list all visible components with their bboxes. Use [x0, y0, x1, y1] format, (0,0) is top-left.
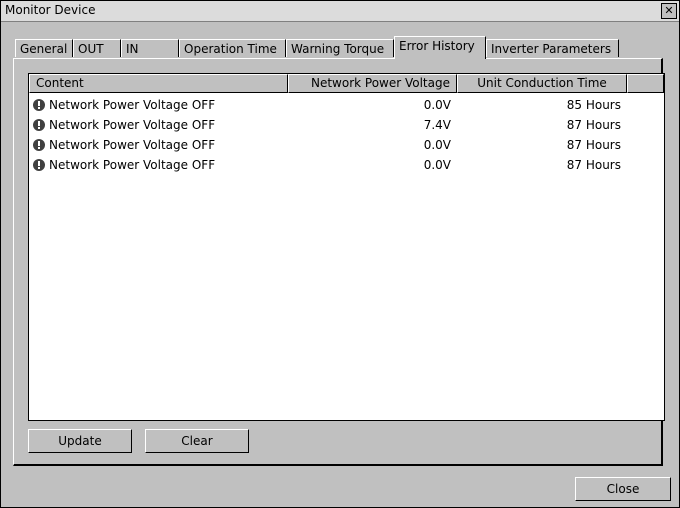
window-title: Monitor Device	[5, 3, 96, 17]
list-header: Content Network Power Voltage Unit Condu…	[29, 74, 664, 94]
tab-inverter-parameters[interactable]: Inverter Parameters	[486, 39, 619, 57]
column-header-unit-conduction-time[interactable]: Unit Conduction Time	[457, 74, 627, 93]
warning-icon	[33, 139, 45, 151]
close-icon[interactable]: ✕	[661, 3, 677, 19]
row-time: 87 Hours	[566, 138, 621, 152]
column-header-network-power-voltage[interactable]: Network Power Voltage	[288, 74, 457, 93]
row-content: Network Power Voltage OFF	[49, 158, 216, 172]
row-time: 87 Hours	[566, 158, 621, 172]
tab-general[interactable]: General	[15, 39, 73, 57]
row-voltage: 0.0V	[423, 158, 451, 172]
tab-out[interactable]: OUT	[73, 39, 121, 57]
list-item[interactable]: Network Power Voltage OFF 0.0V 87 Hours	[29, 155, 664, 175]
close-button[interactable]: Close	[575, 477, 671, 501]
row-content: Network Power Voltage OFF	[49, 118, 216, 132]
list-item[interactable]: Network Power Voltage OFF 0.0V 85 Hours	[29, 95, 664, 115]
list-item[interactable]: Network Power Voltage OFF 0.0V 87 Hours	[29, 135, 664, 155]
monitor-device-window: Monitor Device ✕ General OUT IN Operatio…	[0, 0, 680, 508]
column-header-spacer	[627, 74, 664, 93]
row-voltage: 7.4V	[423, 118, 451, 132]
tab-warning-torque[interactable]: Warning Torque	[286, 39, 394, 57]
clear-button[interactable]: Clear	[145, 429, 249, 453]
row-voltage: 0.0V	[423, 98, 451, 112]
tab-error-history[interactable]: Error History	[394, 36, 486, 59]
tab-operation-time[interactable]: Operation Time	[179, 39, 286, 57]
update-button[interactable]: Update	[28, 429, 132, 453]
row-time: 87 Hours	[566, 118, 621, 132]
column-header-content[interactable]: Content	[29, 74, 288, 93]
row-time: 85 Hours	[566, 98, 621, 112]
title-bar: Monitor Device ✕	[1, 1, 679, 22]
warning-icon	[33, 119, 45, 131]
tab-in[interactable]: IN	[121, 39, 179, 57]
list-item[interactable]: Network Power Voltage OFF 7.4V 87 Hours	[29, 115, 664, 135]
warning-icon	[33, 159, 45, 171]
warning-icon	[33, 99, 45, 111]
row-content: Network Power Voltage OFF	[49, 98, 216, 112]
error-history-list[interactable]: Content Network Power Voltage Unit Condu…	[28, 73, 665, 421]
row-content: Network Power Voltage OFF	[49, 138, 216, 152]
row-voltage: 0.0V	[423, 138, 451, 152]
